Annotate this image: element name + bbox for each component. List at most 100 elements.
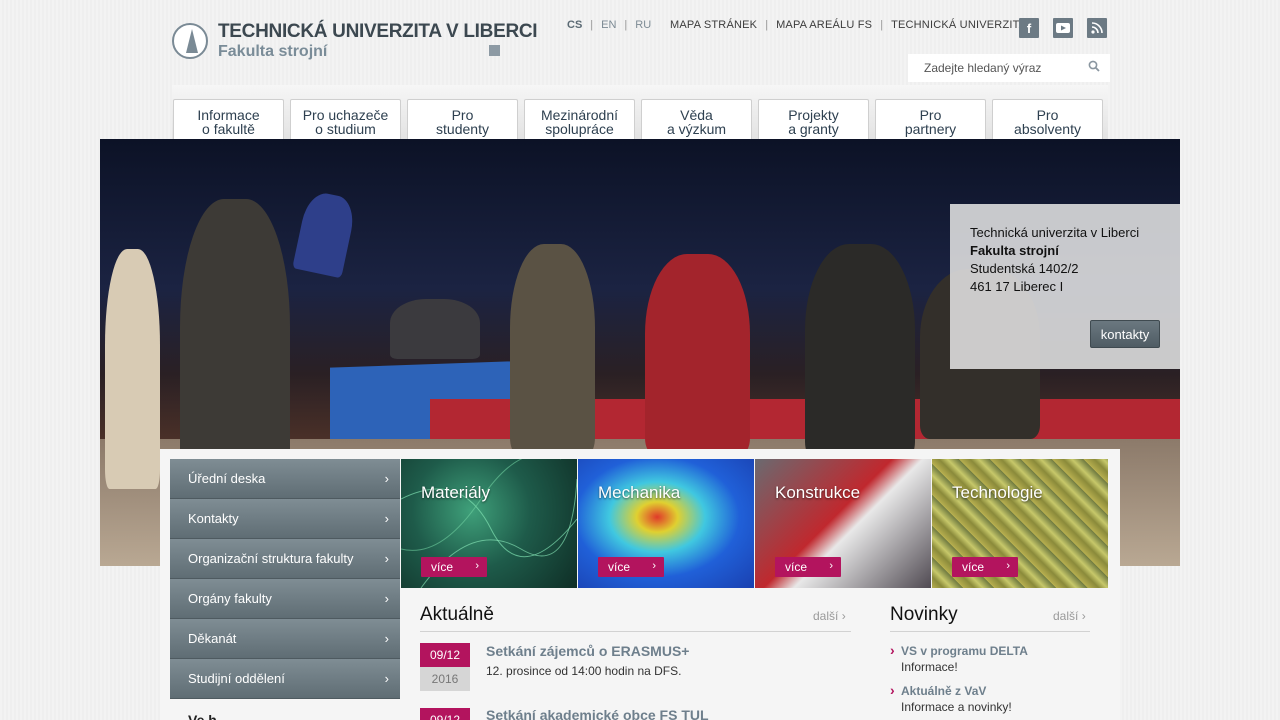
- sidenav-item-label: Studijní oddělení: [188, 671, 285, 686]
- lang-ru-link[interactable]: RU: [635, 19, 651, 31]
- youtube-icon[interactable]: [1053, 18, 1073, 38]
- chevron-right-icon: ›: [475, 560, 479, 572]
- sitemap-link[interactable]: MAPA STRÁNEK: [670, 19, 757, 31]
- hero-figure: [645, 254, 750, 454]
- menu-tab-veda[interactable]: Věda a výzkum: [641, 99, 752, 139]
- sidenav-item-kontakty[interactable]: Kontakty ›: [170, 499, 400, 539]
- hero-figure: [805, 244, 915, 459]
- menu-tab-projekty[interactable]: Projekty a granty: [758, 99, 869, 139]
- chevron-right-icon: ›: [1081, 609, 1086, 623]
- news-item-title[interactable]: Setkání akademické obce FS TUL: [486, 707, 709, 720]
- sidenav-item-dekanat[interactable]: Děkanát ›: [170, 619, 400, 659]
- research-tiles: Materiály více › Mechanika více › Konstruk…: [401, 459, 1108, 588]
- sidenav-item-label: Úřední deska: [188, 471, 266, 486]
- social-links: f: [1019, 18, 1107, 38]
- tile-more-label: více: [608, 560, 631, 574]
- novinky-more-link[interactable]: další ›: [1053, 609, 1086, 623]
- news-date-badge: 09/12: [420, 708, 470, 720]
- tile-more-button[interactable]: více ›: [598, 557, 664, 577]
- tile-mechanika[interactable]: Mechanika více ›: [578, 459, 754, 588]
- news-date-badge: 09/12 2016: [420, 643, 470, 691]
- tile-materialy[interactable]: Materiály více ›: [401, 459, 577, 588]
- rss-icon[interactable]: [1087, 18, 1107, 38]
- menu-tab-absolventy[interactable]: Pro absolventy: [992, 99, 1103, 139]
- sidenav-item-label: Děkanát: [188, 631, 237, 646]
- chevron-right-icon: ›: [384, 591, 389, 606]
- news-item-subtitle: 12. prosince od 14:00 hodin na DFS.: [486, 664, 682, 678]
- novinky-item-title[interactable]: Aktuálně z VaV: [890, 682, 1012, 698]
- separator: |: [880, 19, 884, 31]
- news-date-year: 2016: [420, 667, 470, 691]
- side-navigation: Úřední deska › Kontakty › Organizační stru…: [170, 459, 400, 699]
- menu-tab-line: Projekty: [788, 107, 839, 123]
- menu-tab-line: o studium: [315, 121, 376, 137]
- main-menu: Informace o fakultě Pro uchazeče o studium…: [173, 99, 1103, 139]
- search-icon[interactable]: [1088, 60, 1100, 72]
- menu-tab-line: Pro: [451, 107, 474, 123]
- separator: |: [765, 19, 769, 31]
- menu-tab-studenty[interactable]: Pro studenty: [407, 99, 518, 139]
- menu-tab-line: a granty: [788, 121, 839, 137]
- tile-konstrukce[interactable]: Konstrukce více ›: [755, 459, 931, 588]
- menu-tab-line: Věda: [680, 107, 713, 123]
- news-more-link[interactable]: další ›: [813, 609, 846, 623]
- sidenav-item-label: Organizační struktura fakulty: [188, 551, 354, 566]
- menu-tab-line: o fakultě: [202, 121, 255, 137]
- menu-tab-informace[interactable]: Informace o fakultě: [173, 99, 284, 139]
- sidenav-item-organizacni-struktura[interactable]: Organizační struktura fakulty ›: [170, 539, 400, 579]
- news-more-label: další: [813, 609, 839, 623]
- hero-diploma: [292, 189, 358, 279]
- sidenav-item-label: Orgány fakulty: [188, 591, 272, 606]
- lang-en-link[interactable]: EN: [601, 19, 616, 31]
- tile-more-button[interactable]: více ›: [952, 557, 1018, 577]
- hero-figure: [105, 249, 160, 489]
- novinky-item-subtitle: Informace a novinky!: [901, 700, 1012, 714]
- menu-tab-uchazece[interactable]: Pro uchazeče o studium: [290, 99, 401, 139]
- novinky-item[interactable]: Aktuálně z VaV Informace a novinky!: [890, 682, 1012, 714]
- chevron-right-icon: ›: [1006, 560, 1010, 572]
- menu-tab-line: studenty: [436, 121, 489, 137]
- separator: |: [590, 19, 594, 31]
- novinky-heading: Novinky: [890, 604, 958, 625]
- chevron-right-icon: ›: [384, 671, 389, 686]
- menu-tab-mezinarodni[interactable]: Mezinárodní spolupráce: [524, 99, 635, 139]
- tile-title: Mechanika: [598, 483, 681, 502]
- tile-more-button[interactable]: více ›: [421, 557, 487, 577]
- sidenav-item-uredni-deska[interactable]: Úřední deska ›: [170, 459, 400, 499]
- menu-tab-line: partnery: [904, 121, 957, 137]
- university-link[interactable]: TECHNICKÁ UNIVERZITA: [891, 19, 1026, 31]
- menu-tab-line: Informace: [197, 107, 260, 123]
- site-logo[interactable]: TECHNICKÁ UNIVERZITA V LIBERCI Fakulta s…: [172, 22, 538, 62]
- menu-tab-partnery[interactable]: Pro partnery: [875, 99, 986, 139]
- novinky-more-label: další: [1053, 609, 1079, 623]
- novinky-item[interactable]: VS v programu DELTA Informace!: [890, 642, 1028, 674]
- contact-university: Technická univerzita v Liberci: [970, 225, 1140, 240]
- lang-cs-link[interactable]: CS: [567, 19, 582, 31]
- separator: |: [624, 19, 628, 31]
- contacts-button[interactable]: kontakty: [1090, 320, 1160, 348]
- contact-city: 461 17 Liberec I: [970, 279, 1064, 294]
- university-emblem-icon: [172, 23, 208, 59]
- menu-tab-line: Pro: [919, 107, 942, 123]
- menu-tab-line: a výzkum: [666, 121, 727, 137]
- tile-technologie[interactable]: Technologie více ›: [932, 459, 1108, 588]
- menu-tab-line: spolupráce: [545, 121, 614, 137]
- news-item-title[interactable]: Setkání zájemců o ERASMUS+: [486, 643, 689, 659]
- facebook-icon[interactable]: f: [1019, 18, 1039, 38]
- top-navigation: CS | EN | RU | MAPA STRÁNEK | MAPA AREÁL…: [567, 19, 1026, 31]
- novinky-item-title[interactable]: VS v programu DELTA: [890, 642, 1028, 658]
- sidenav-section-heading: Ve h: [188, 712, 217, 720]
- tile-more-label: více: [785, 560, 808, 574]
- menu-tab-line: Pro uchazeče: [302, 107, 389, 123]
- search-input[interactable]: [924, 61, 1084, 75]
- search-box: [908, 54, 1110, 82]
- chevron-right-icon: ›: [652, 560, 656, 572]
- sidenav-item-studijni[interactable]: Studijní oddělení ›: [170, 659, 400, 699]
- sidenav-item-organy[interactable]: Orgány fakulty ›: [170, 579, 400, 619]
- news-divider: [420, 631, 851, 632]
- sidenav-item-label: Kontakty: [188, 511, 239, 526]
- campus-map-link[interactable]: MAPA AREÁLU FS: [776, 19, 872, 31]
- tile-more-button[interactable]: více ›: [775, 557, 841, 577]
- news-date-daymonth: 09/12: [420, 643, 470, 667]
- chevron-right-icon: ›: [384, 511, 389, 526]
